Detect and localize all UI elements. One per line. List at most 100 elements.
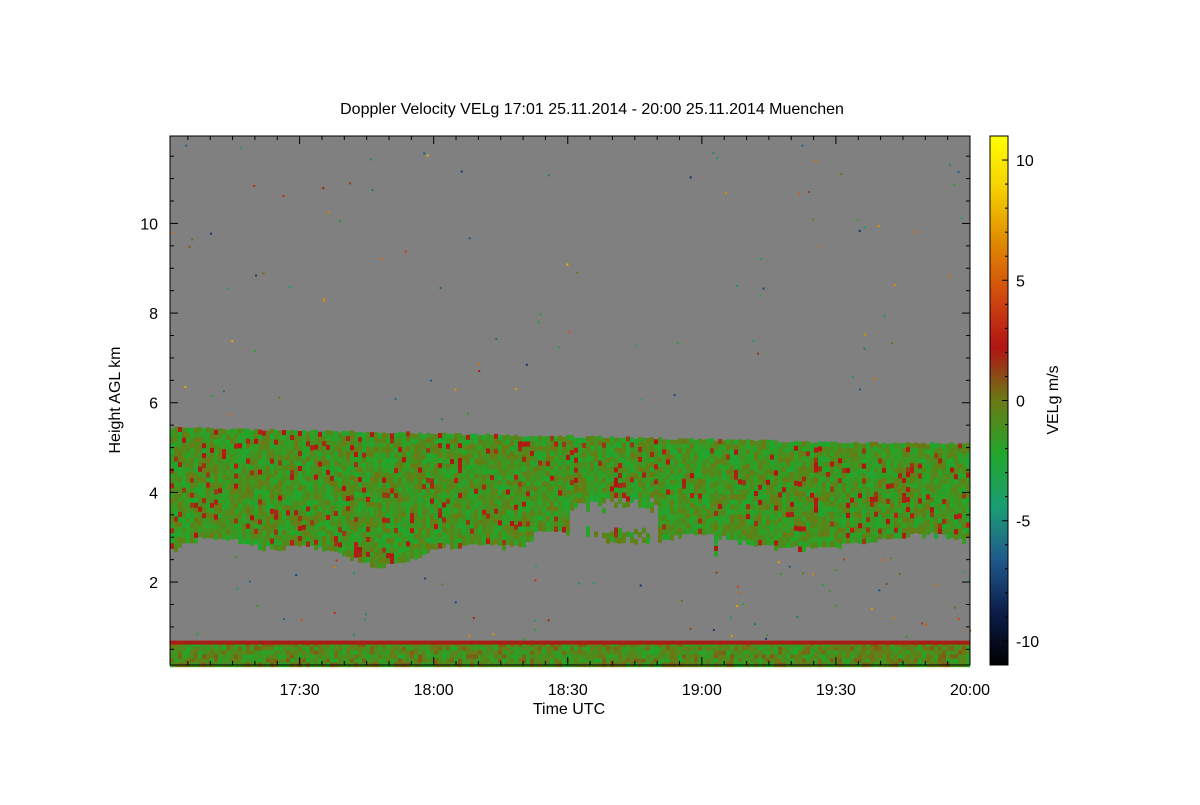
velocity-cell [418,512,422,519]
velocity-cell [450,534,454,540]
velocity-cell [418,658,422,664]
velocity-cell [238,658,242,664]
velocity-cell [386,548,390,554]
velocity-cell [354,654,358,660]
velocity-cell [534,516,538,523]
velocity-cell [414,543,418,550]
velocity-cell [762,484,766,491]
velocity-cell [738,479,742,485]
velocity-cell [898,498,902,504]
velocity-cell [854,441,858,448]
velocity-cell [458,533,462,539]
velocity-cell [546,526,550,532]
velocity-cell [294,658,298,664]
velocity-cell [258,519,262,526]
velocity-cell [902,650,906,656]
velocity-cell [706,458,710,465]
velocity-cell [818,461,822,467]
velocity-cell [854,511,858,518]
velocity-cell [738,529,742,535]
velocity-cell [330,480,334,487]
velocity-cell [278,530,282,537]
velocity-cell [606,458,610,464]
velocity-cell [422,534,426,540]
velocity-cell [778,492,782,498]
velocity-cell [194,442,198,449]
velocity-cell [334,431,338,437]
velocity-cell [702,654,706,660]
velocity-cell [394,513,398,519]
velocity-cell [338,432,342,438]
velocity-cell [486,488,490,495]
velocity-cell [294,525,298,531]
velocity-cell [374,552,378,558]
velocity-cell [358,452,362,458]
velocity-cell [466,439,470,446]
velocity-cell [398,507,402,513]
velocity-cell [286,460,290,466]
velocity-cell [726,529,730,535]
velocity-cell [478,454,482,461]
velocity-cell [574,472,578,479]
velocity-cell [506,534,510,541]
velocity-cell [822,446,826,453]
velocity-cell [266,465,270,472]
velocity-cell [466,514,470,521]
velocity-cell [446,433,450,440]
velocity-cell [390,458,394,464]
velocity-cell [898,508,902,514]
velocity-cell [574,437,578,444]
velocity-cell [870,476,874,483]
velocity-cell [658,487,662,493]
velocity-cell [502,435,506,441]
velocity-cell [230,518,234,525]
velocity-cell [654,439,658,445]
velocity-cell [642,658,646,664]
velocity-cell [514,459,518,466]
velocity-cell [306,536,310,542]
velocity-cell [586,456,590,462]
velocity-cell [170,438,174,444]
velocity-cell [570,485,574,491]
velocity-cell [794,480,798,487]
velocity-cell [202,463,206,469]
velocity-cell [394,443,398,449]
velocity-cell [574,658,578,664]
velocity-cell [342,500,346,507]
velocity-cell [390,548,394,554]
velocity-cell [782,487,786,493]
velocity-cell [858,498,862,504]
velocity-cell [366,526,370,533]
velocity-cell [822,516,826,523]
velocity-cell [414,438,418,445]
velocity-cell [622,650,626,656]
velocity-cell [426,507,430,514]
velocity-cell [478,529,482,536]
velocity-cell [438,483,442,489]
velocity-cell [194,492,198,499]
velocity-cell [274,444,278,451]
velocity-cell [658,512,662,518]
velocity-cell [374,482,378,488]
velocity-cell [646,463,650,469]
velocity-cell [290,500,294,506]
velocity-cell [494,503,498,510]
velocity-cell [194,427,198,434]
velocity-cell [342,470,346,477]
velocity-cell [358,532,362,538]
velocity-cell [314,499,318,506]
velocity-cell [366,531,370,538]
velocity-cell [382,527,386,534]
velocity-cell [566,520,570,526]
velocity-cell [534,446,538,453]
velocity-cell [622,457,626,464]
velocity-cell [862,538,866,545]
velocity-cell [486,533,490,540]
velocity-cell [846,487,850,494]
velocity-cell [234,658,238,664]
velocity-cell [802,516,806,522]
velocity-cell [182,522,186,529]
velocity-cell [510,461,514,467]
velocity-cell [414,503,418,510]
velocity-cell [734,534,738,541]
